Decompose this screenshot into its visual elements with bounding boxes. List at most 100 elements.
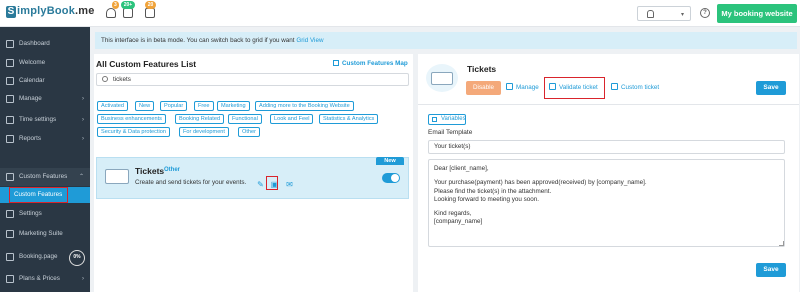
progress-indicator: 0% [69,250,85,266]
filter-tag[interactable]: Popular [160,101,188,111]
search-input[interactable]: tickets [96,73,409,86]
detail-title: Tickets [467,64,497,74]
sidebar-item-label: Settings [19,210,42,217]
calendar-icon [6,77,14,85]
filter-tag[interactable]: New [135,101,155,111]
ticket-icon [431,72,453,85]
filter-tag[interactable]: Free [194,101,214,111]
ticket-illustration-icon [105,169,129,184]
sidebar-item-label: Time settings [19,116,57,123]
sidebar-item-welcome[interactable]: Welcome [0,54,90,72]
sidebar-item-reports[interactable]: Reports › [0,130,90,148]
resize-handle[interactable] [779,241,784,246]
user-menu[interactable]: ▾ [637,6,691,21]
email-body-line: Kind regards, [434,210,472,218]
sidebar-item-label: Plans & Prices [19,275,60,282]
sidebar-item-marketing-suite[interactable]: Marketing Suite [0,225,90,243]
sidebar-item-label: Reports [19,135,42,142]
variables-icon [432,117,437,122]
top-header: SimplyBook.me 3 20+ 20 ▾ ? My booking we… [0,0,800,27]
chevron-down-icon: ▾ [680,12,684,18]
bell-icon[interactable] [106,8,116,18]
clock-icon [6,116,14,124]
sidebar-item-label: Dashboard [19,40,50,47]
toggle-knob [391,174,399,182]
sidebar-item-plans-prices[interactable]: Plans & Prices › [0,270,90,288]
filter-tag[interactable]: Activated [97,101,129,111]
filter-tag[interactable]: Business enhancements [97,114,166,124]
globe-icon [6,253,14,261]
custom-ticket-icon[interactable]: ✉ [285,180,294,189]
divider [418,104,799,105]
sidebar-item-time-settings[interactable]: Time settings › [0,111,90,129]
inbox-icon[interactable] [145,8,155,18]
dashboard-icon [6,40,14,48]
filter-tag[interactable]: Other [238,127,260,137]
email-template-label: Email Template [428,129,473,136]
map-icon [333,60,339,66]
sidebar-item-manage[interactable]: Manage › [0,90,90,108]
variables-button[interactable]: Variables [428,114,466,125]
chevron-icon: › [82,276,84,282]
pencil-icon [506,83,513,90]
email-body-line: Please find the ticket(s) in the attachm… [434,187,552,195]
manage-icon [6,95,14,103]
email-body-line: Looking forward to meeting you soon. [434,195,540,203]
filter-tag[interactable]: Adding more to the Booking Website [255,101,354,111]
sidebar-item-custom-features[interactable]: Custom Features ⌃ [0,168,90,186]
grid-view-link[interactable]: Grid View [296,37,323,44]
edit-icon[interactable]: ✎ [256,180,265,189]
chevron-icon: › [82,117,84,123]
disable-button[interactable]: Disable [466,81,501,95]
save-button-bottom[interactable]: Save [756,263,786,277]
reports-icon [6,135,14,143]
email-body-line: Dear [client_name], [434,165,489,172]
simplybook-logo[interactable]: SimplyBook.me [6,5,95,18]
gear-icon [6,210,14,218]
feature-toggle[interactable] [382,173,400,183]
highlight-outline [9,187,68,203]
custom-features-map-link[interactable]: Custom Features Map [333,60,408,67]
feature-name: Tickets [135,166,165,176]
help-icon[interactable]: ? [700,8,710,18]
sidebar-item-label: Booking.page [19,253,58,260]
email-subject-input[interactable]: Your ticket(s) [428,140,785,154]
ticket-illustration [426,64,458,92]
filter-tag[interactable]: Statistics & Analytics [319,114,379,124]
chevron-icon: › [82,96,84,102]
user-icon [647,10,654,18]
filter-tag[interactable]: Security & Data protection [97,127,170,137]
filter-tag[interactable]: Booking Related [175,114,225,124]
notification-badge: 3 [112,1,119,9]
tab-custom-ticket[interactable]: Custom ticket [611,81,659,95]
tab-manage[interactable]: Manage [506,81,539,95]
sidebar-item-label: Marketing Suite [19,230,63,237]
chevron-icon: ⌃ [78,174,84,180]
sidebar-item-label: Welcome [19,59,46,66]
filter-tag[interactable]: Functional [228,114,262,124]
filter-tag[interactable]: For development [179,127,229,137]
welcome-icon [6,59,14,67]
save-button-top[interactable]: Save [756,81,786,95]
sidebar-item-dashboard[interactable]: Dashboard [0,35,90,53]
filter-tag[interactable]: Look and Feel [270,114,314,124]
sidebar-item-calendar[interactable]: Calendar [0,72,90,90]
feature-card-tickets[interactable]: Tickets Other Create and send tickets fo… [96,157,409,199]
envelope-icon [611,83,618,90]
chevron-icon: › [82,136,84,142]
email-body-line: Your purchase(payment) has been approved… [434,179,647,187]
plans-icon [6,275,14,283]
highlight-outline-card-icon [266,176,278,190]
inbox-badge: 20 [145,1,156,9]
features-list-title: All Custom Features List [96,59,197,69]
calendar-icon[interactable] [123,8,133,18]
email-body-textarea[interactable]: Dear [client_name], Your purchase(payment… [428,159,785,247]
my-booking-website-button[interactable]: My booking website [717,4,797,23]
sidebar-item-settings[interactable]: Settings [0,205,90,223]
sidebar-item-label: Manage [19,95,42,102]
feature-category[interactable]: Other [164,167,180,173]
filter-tag[interactable]: Marketing [217,101,250,111]
calendar-badge: 20+ [121,1,135,9]
marketing-icon [6,230,14,238]
sidebar-item-label: Calendar [19,77,45,84]
